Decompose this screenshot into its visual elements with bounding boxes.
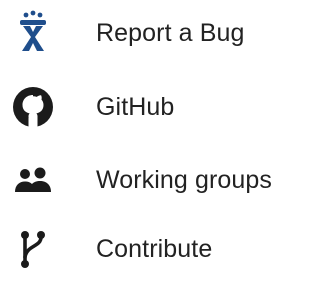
menu-item-label: GitHub [96, 93, 175, 121]
menu-item-label: Report a Bug [96, 19, 245, 47]
menu-item-report-bug[interactable]: Report a Bug [0, 4, 326, 60]
menu-item-label: Contribute [96, 235, 213, 263]
menu-item-contribute[interactable]: Contribute [0, 220, 326, 276]
menu-item-github[interactable]: GitHub [0, 78, 326, 134]
menu-item-working-groups[interactable]: Working groups [0, 151, 326, 207]
links-menu: Report a Bug GitHub Working groups Contr… [0, 0, 326, 283]
users-icon [8, 157, 58, 203]
menu-item-label: Working groups [96, 166, 273, 194]
bug-report-icon [8, 10, 58, 56]
branch-icon [8, 226, 58, 272]
github-icon [8, 84, 58, 130]
